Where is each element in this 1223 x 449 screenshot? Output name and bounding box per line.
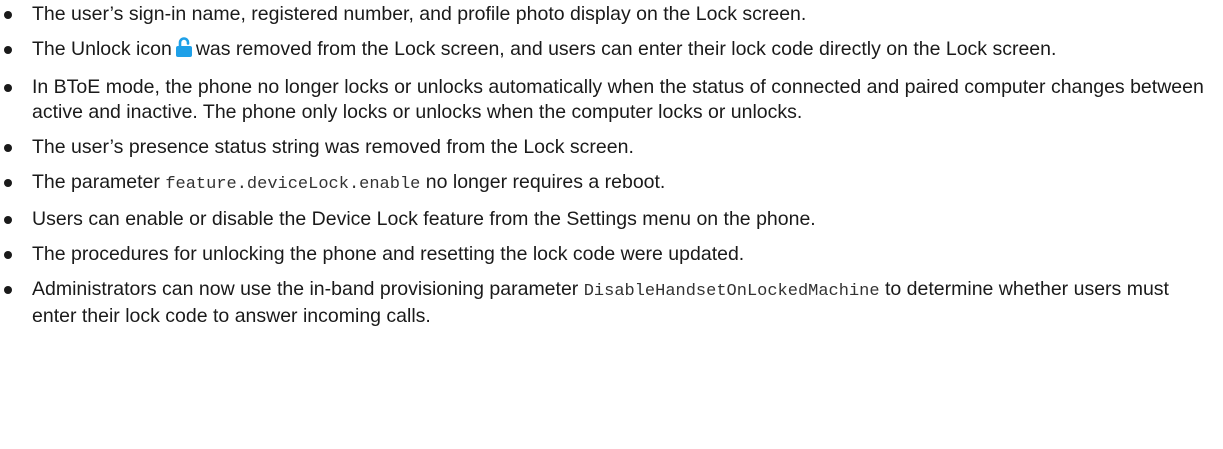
list-item: The parameter feature.deviceLock.enable … [0, 170, 1223, 197]
list-item: The Unlock icon was removed from the Lock… [0, 37, 1223, 65]
item-text: The user’s presence status string was re… [32, 136, 634, 158]
item-text: The procedures for unlocking the phone a… [32, 243, 745, 265]
list-item: In BToE mode, the phone no longer locks … [0, 75, 1223, 125]
item-text-before: The Unlock icon [32, 38, 172, 60]
feature-change-list: The user’s sign-in name, registered numb… [0, 0, 1223, 329]
list-item: The user’s presence status string was re… [0, 135, 1223, 160]
list-item: The user’s sign-in name, registered numb… [0, 2, 1223, 27]
list-item: Administrators can now use the in-band p… [0, 277, 1223, 329]
list-item: The procedures for unlocking the phone a… [0, 242, 1223, 267]
item-text: In BToE mode, the phone no longer locks … [32, 76, 1204, 123]
item-text: The user’s sign-in name, registered numb… [32, 3, 807, 25]
list-item: Users can enable or disable the Device L… [0, 207, 1223, 232]
parameter-code: feature.deviceLock.enable [165, 175, 421, 194]
item-text-before: The parameter [32, 171, 166, 193]
unlock-padlock-icon [175, 37, 193, 65]
item-text-after: no longer requires a reboot. [420, 171, 666, 193]
item-text-before: Administrators can now use the in-band p… [32, 278, 584, 300]
parameter-code: DisableHandsetOnLockedMachine [583, 282, 880, 301]
item-text-after: was removed from the Lock screen, and us… [195, 38, 1057, 60]
item-text: Users can enable or disable the Device L… [32, 208, 816, 230]
